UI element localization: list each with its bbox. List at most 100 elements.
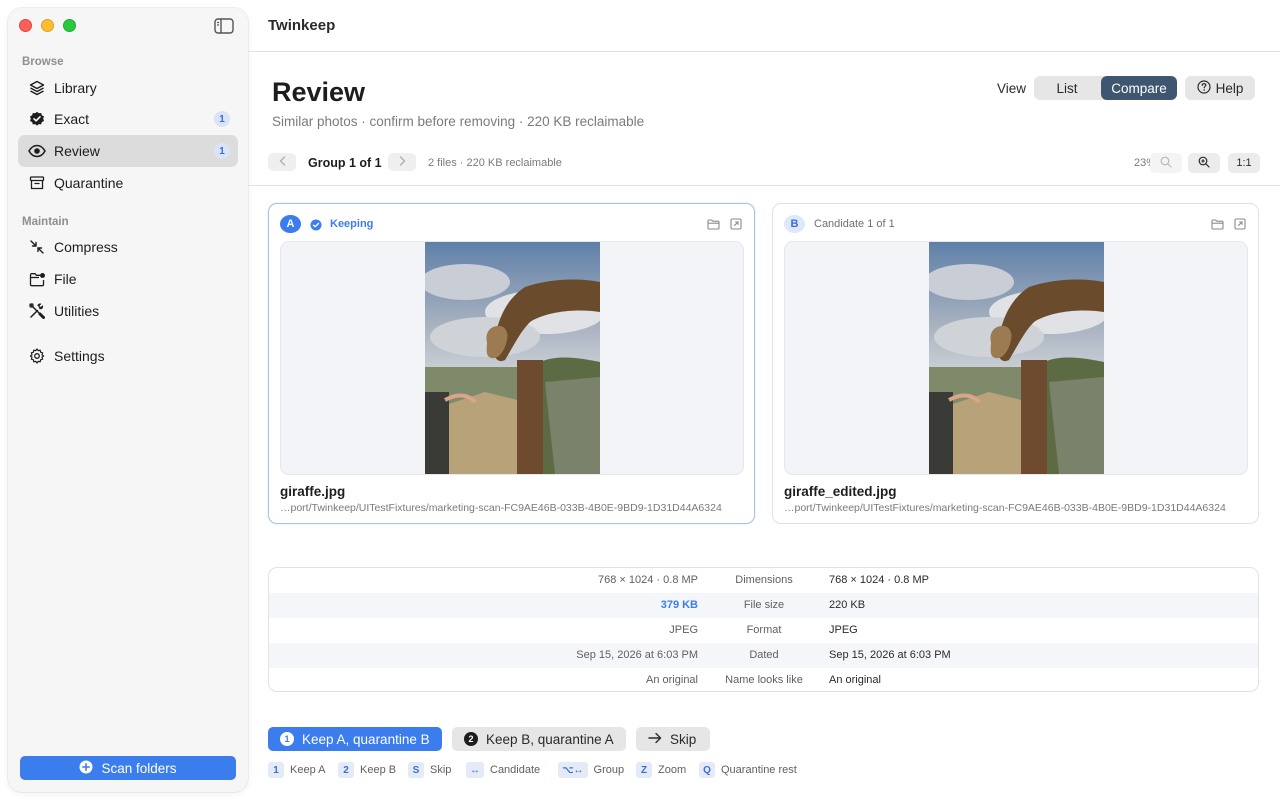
photo-card-a[interactable]: A Keeping giraffe.jpg …port/Twinkeep/UIT… bbox=[268, 203, 755, 524]
group-bar: Group 1 of 1 2 files · 220 KB reclaimabl… bbox=[268, 153, 1260, 173]
verified-badge-icon bbox=[28, 110, 46, 128]
shortcut-label: Keep B bbox=[360, 764, 397, 776]
shortcut-hint: Z Zoom bbox=[636, 762, 686, 778]
metadata-comparison-table: 768 × 1024 · 0.8 MP Dimensions 768 × 102… bbox=[268, 567, 1259, 692]
file-path: …port/Twinkeep/UITestFixtures/marketing-… bbox=[784, 502, 1226, 514]
app-window: Browse Library Exact 1 Review 1 Quaranti… bbox=[0, 0, 1280, 800]
close-window-button[interactable] bbox=[19, 19, 32, 32]
key-cap: Z bbox=[636, 762, 652, 778]
sidebar-item-settings[interactable]: Settings bbox=[18, 340, 238, 372]
shortcut-hint: ↔ Candidate bbox=[466, 762, 540, 778]
row-label: Dated bbox=[749, 649, 779, 661]
view-segmented-control: List Compare bbox=[1034, 76, 1177, 100]
count-badge: 1 bbox=[214, 143, 230, 159]
reveal-folder-icon[interactable] bbox=[1211, 217, 1224, 230]
candidate-status: Candidate 1 of 1 bbox=[814, 218, 895, 230]
section-label-browse: Browse bbox=[22, 56, 64, 68]
magnifier-minus-icon bbox=[1160, 156, 1172, 171]
shortcut-hint: 1 Keep A bbox=[268, 762, 325, 778]
giraffe-photo bbox=[924, 242, 1109, 474]
shortcut-hint: Q Quarantine rest bbox=[699, 762, 797, 778]
shortcut-hint: ⌥↔ Group bbox=[558, 762, 624, 778]
key-cap: S bbox=[408, 762, 424, 778]
file-name: giraffe.jpg bbox=[280, 484, 346, 499]
sidebar-item-utilities[interactable]: Utilities bbox=[18, 295, 238, 327]
header-divider bbox=[248, 185, 1280, 186]
row-label: File size bbox=[743, 599, 785, 611]
sidebar-item-file[interactable]: File bbox=[18, 263, 238, 295]
card-header: A Keeping bbox=[280, 215, 743, 233]
value-a: 768 × 1024 · 0.8 MP bbox=[598, 574, 698, 586]
sidebar-item-exact[interactable]: Exact 1 bbox=[18, 103, 238, 135]
keep-b-button[interactable]: 2 Keep B, quarantine A bbox=[452, 727, 626, 751]
reveal-folder-icon[interactable] bbox=[707, 217, 720, 230]
sidebar-item-quarantine[interactable]: Quarantine bbox=[18, 167, 238, 199]
arrow-right-icon bbox=[648, 732, 662, 747]
sidebar-item-label: Exact bbox=[54, 111, 90, 127]
row-label: Name looks like bbox=[725, 674, 803, 686]
photo-card-b[interactable]: B Candidate 1 of 1 giraffe_edited.jpg …p… bbox=[772, 203, 1259, 524]
sidebar-item-label: Quarantine bbox=[54, 175, 124, 191]
value-a: JPEG bbox=[669, 624, 698, 636]
checkmark-circle-icon bbox=[310, 218, 322, 231]
minimize-window-button[interactable] bbox=[41, 19, 54, 32]
key-cap: ⌥↔ bbox=[558, 762, 588, 778]
gear-icon bbox=[28, 347, 46, 365]
file-name: giraffe_edited.jpg bbox=[784, 484, 897, 499]
sidebar-item-compress[interactable]: Compress bbox=[18, 231, 238, 263]
photo-preview[interactable] bbox=[280, 241, 744, 475]
chevron-left-icon bbox=[279, 155, 286, 169]
sidebar-toggle-icon[interactable] bbox=[214, 18, 234, 34]
next-group-button[interactable] bbox=[388, 153, 416, 171]
page-subtitle: Similar photos · confirm before removing… bbox=[272, 114, 645, 129]
view-list-button[interactable]: List bbox=[1034, 76, 1100, 100]
table-row: 379 KB File size 220 KB bbox=[269, 593, 1258, 618]
shortcut-hint: S Skip bbox=[408, 762, 451, 778]
candidate-letter-badge: B bbox=[784, 215, 805, 233]
open-external-icon[interactable] bbox=[730, 217, 743, 230]
keep-b-label: Keep B, quarantine A bbox=[486, 731, 614, 747]
app-title: Twinkeep bbox=[268, 17, 336, 34]
sidebar-item-library[interactable]: Library bbox=[18, 72, 238, 104]
group-meta: 2 files · 220 KB reclaimable bbox=[428, 157, 562, 169]
keep-a-button[interactable]: 1 Keep A, quarantine B bbox=[268, 727, 442, 751]
shortcut-label: Zoom bbox=[658, 764, 687, 776]
skip-label: Skip bbox=[670, 731, 697, 747]
section-label-maintain: Maintain bbox=[22, 216, 69, 228]
zoom-window-button[interactable] bbox=[63, 19, 76, 32]
candidate-letter-badge: A bbox=[280, 215, 301, 233]
view-compare-button[interactable]: Compare bbox=[1101, 76, 1177, 100]
value-b: 768 × 1024 · 0.8 MP bbox=[829, 574, 929, 586]
actual-size-button[interactable]: 1:1 bbox=[1228, 153, 1260, 173]
help-button[interactable]: Help bbox=[1185, 76, 1255, 100]
open-external-icon[interactable] bbox=[1234, 217, 1247, 230]
chevron-right-icon bbox=[399, 155, 406, 169]
window-controls bbox=[19, 19, 76, 32]
scan-folders-button[interactable]: Scan folders bbox=[20, 756, 236, 780]
tools-icon bbox=[28, 302, 46, 320]
sidebar: Browse Library Exact 1 Review 1 Quaranti… bbox=[8, 8, 248, 792]
table-row: JPEG Format JPEG bbox=[269, 618, 1258, 643]
photo-preview[interactable] bbox=[784, 241, 1248, 475]
sidebar-item-review[interactable]: Review 1 bbox=[18, 135, 238, 167]
sidebar-item-label: Review bbox=[54, 143, 100, 159]
titlebar: Twinkeep bbox=[248, 0, 1280, 52]
value-a: An original bbox=[646, 674, 698, 686]
count-badge: 1 bbox=[214, 111, 230, 127]
keep-status: Keeping bbox=[330, 218, 374, 230]
zoom-in-button[interactable] bbox=[1188, 153, 1220, 173]
previous-group-button[interactable] bbox=[268, 153, 296, 171]
value-b: Sep 15, 2026 at 6:03 PM bbox=[829, 649, 951, 661]
folder-badge-icon bbox=[28, 270, 46, 288]
key-cap: ↔ bbox=[466, 762, 484, 778]
skip-button[interactable]: Skip bbox=[636, 727, 710, 751]
shortcut-label: Quarantine rest bbox=[721, 764, 797, 776]
layers-icon bbox=[28, 79, 46, 97]
help-label: Help bbox=[1215, 80, 1244, 96]
shortcut-label: Candidate bbox=[490, 764, 541, 776]
zoom-out-button[interactable] bbox=[1150, 153, 1182, 173]
card-actions bbox=[707, 217, 743, 230]
group-label: Group 1 of 1 bbox=[308, 156, 382, 170]
scan-folders-label: Scan folders bbox=[101, 760, 177, 776]
question-circle-icon bbox=[1197, 79, 1211, 97]
